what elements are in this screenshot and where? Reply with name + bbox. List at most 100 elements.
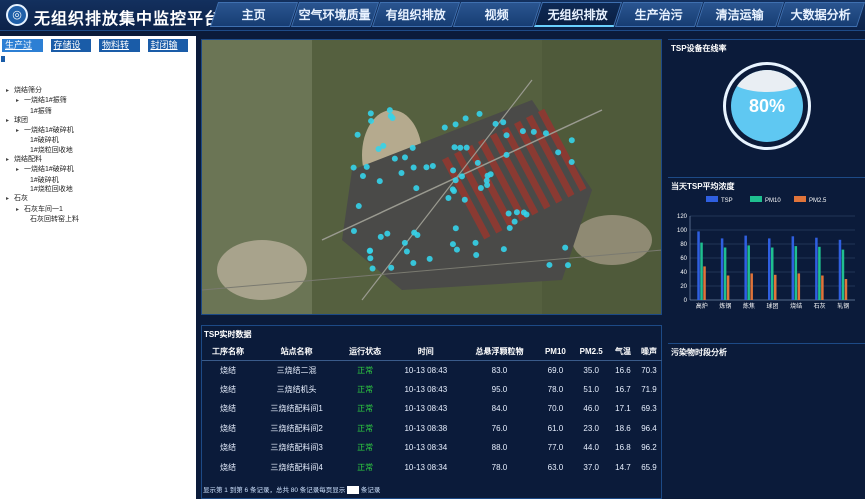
subtab-2[interactable]: 物料转运	[99, 39, 140, 63]
tree-node-label: 一烧结1#振筛	[24, 97, 67, 105]
x-tick-label: 烧结	[790, 302, 802, 310]
table-cell: 16.8	[615, 443, 631, 453]
main-nav: 主页 空气环境质量 有组织排放 视频 无组织排放 生产治污 清洁运输 大数据分析	[209, 2, 865, 29]
table-row[interactable]: 烧结 三烧结配料间1 正常 10-13 08:43 84.0 70.0 46.0 17.1 69…	[202, 399, 662, 419]
tree-node[interactable]: ▸ 烧结配料	[6, 155, 79, 165]
satellite-map[interactable]	[201, 39, 662, 315]
table-cell: 三烧结配料间2	[270, 423, 323, 433]
tree-node[interactable]: 1#破碎机	[6, 176, 79, 185]
tsp-realtime-panel: TSP实时数据 工序名称 站点名称 运行状态 时间 总悬浮颗粒物 PM10 PM2.5 气温噪…	[201, 325, 662, 499]
tree-node-label: 1#烧粒回收地	[30, 185, 73, 193]
tree-node[interactable]: ▸ 石灰	[6, 194, 79, 204]
column-header[interactable]: 工序名称	[202, 343, 254, 361]
monitor-marker	[530, 128, 537, 135]
table-cell: 46.0	[583, 404, 599, 414]
column-header[interactable]: 噪声	[635, 343, 662, 361]
table-cell: 76.0	[491, 423, 508, 433]
column-header[interactable]: PM10	[538, 343, 573, 361]
column-header[interactable]: 气温	[609, 343, 636, 361]
bar-pm25	[750, 273, 753, 300]
expand-caret-icon[interactable]: ▸	[6, 195, 14, 204]
bar-pm10	[700, 242, 703, 300]
bar-tsp	[697, 231, 700, 300]
monitor-marker	[388, 264, 395, 271]
map-canvas[interactable]	[202, 40, 662, 315]
nav-tab-5[interactable]: 生产治污	[614, 2, 704, 27]
expand-caret-icon[interactable]: ▸	[16, 206, 24, 215]
monitor-marker	[384, 230, 391, 237]
nav-tab-0[interactable]: 主页	[209, 2, 299, 27]
expand-caret-icon[interactable]: ▸	[16, 127, 24, 136]
table-row[interactable]: 烧结 三烧结配料间4 正常 10-13 08:34 78.0 63.0 37.0 14.7 65…	[202, 458, 662, 478]
tree-node[interactable]: 1#烧粒回收地	[6, 185, 79, 194]
tree-node[interactable]: ▸ 一烧结1#振筛	[6, 96, 79, 106]
tree-node[interactable]: ▸ 一烧结1#破碎机	[6, 126, 79, 136]
gauge-liquid: 80%	[731, 70, 803, 142]
expand-caret-icon[interactable]: ▸	[16, 166, 24, 175]
table-row[interactable]: 烧结 三烧结配料间2 正常 10-13 08:38 76.0 61.0 23.0 18.6 96…	[202, 419, 662, 439]
y-tick-label: 120	[677, 214, 688, 220]
table-cell: 三烧结配料间3	[270, 443, 323, 453]
expand-caret-icon[interactable]: ▸	[6, 87, 14, 96]
monitor-marker	[377, 233, 384, 240]
y-tick-label: 40	[680, 270, 687, 276]
column-header[interactable]: 时间	[391, 343, 461, 361]
table-row[interactable]: 烧结 三烧结配料间3 正常 10-13 08:34 88.0 77.0 44.0 16.8 96…	[202, 438, 662, 458]
tree-node[interactable]: 1#振筛	[6, 107, 79, 116]
monitor-marker	[473, 251, 480, 258]
subtab-0[interactable]: 生产过程	[2, 39, 43, 63]
nav-tab-label: 有组织排放	[385, 8, 446, 22]
nav-tab-4[interactable]: 无组织排放	[533, 2, 623, 27]
subtab-1[interactable]: 存储设施	[50, 39, 91, 63]
status-cell: 正常	[357, 423, 374, 433]
expand-caret-icon[interactable]: ▸	[16, 97, 24, 106]
monitor-marker	[484, 182, 491, 189]
nav-tab-7[interactable]: 大数据分析	[776, 2, 865, 27]
nav-tab-label: 生产治污	[634, 8, 683, 22]
page-size-select[interactable]	[347, 486, 360, 494]
monitor-marker	[568, 137, 575, 144]
table-row[interactable]: 烧结 三烧结机头 正常 10-13 08:43 95.0 78.0 51.0 16.7 71.9	[202, 380, 662, 400]
table-cell: 37.0	[583, 462, 599, 472]
expand-caret-icon[interactable]: ▸	[6, 117, 14, 126]
monitor-marker	[453, 246, 460, 253]
monitor-marker	[487, 171, 494, 178]
tree-node-label: 1#破碎机	[30, 176, 59, 184]
tree-node[interactable]: 1#破碎机	[6, 136, 79, 145]
monitor-marker	[387, 112, 394, 119]
tsp-table: 工序名称 站点名称 运行状态 时间 总悬浮颗粒物 PM10 PM2.5 气温 噪声 烧结 三烧结二…	[202, 343, 662, 477]
table-cell: 17.1	[615, 404, 631, 414]
nav-tab-3[interactable]: 视频	[452, 2, 542, 27]
bar-pm25	[844, 279, 848, 300]
column-header[interactable]: 总悬浮颗粒物	[460, 343, 539, 361]
nav-tab-1[interactable]: 空气环境质量	[290, 2, 380, 27]
monitor-marker	[461, 196, 468, 203]
tree-node[interactable]: ▸ 一烧结1#破碎机	[6, 165, 79, 175]
monitor-marker	[363, 163, 370, 170]
column-header[interactable]: 站点名称	[253, 343, 340, 361]
tree-node-label: 石灰车间一1	[24, 205, 63, 213]
tree-node[interactable]: 石灰回转窑上料	[6, 215, 79, 224]
column-header[interactable]: PM2.5	[572, 343, 610, 361]
column-header[interactable]: 运行状态	[339, 343, 392, 361]
table-cell: 三烧结机头	[276, 384, 317, 394]
tree-node[interactable]: ▸ 石灰车间一1	[6, 205, 79, 215]
bar-pm10	[747, 245, 750, 300]
tree-node[interactable]: 1#烧粒回收地	[6, 146, 79, 155]
nav-tab-2[interactable]: 有组织排放	[371, 2, 461, 27]
monitor-marker	[500, 246, 507, 253]
legend-swatch	[750, 196, 762, 202]
tree-node[interactable]: ▸ 烧结筛分	[6, 86, 79, 96]
monitor-marker	[449, 241, 456, 248]
table-row[interactable]: 烧结 三烧结二混 正常 10-13 08:43 83.0 69.0 35.0 16.6 70.3	[202, 360, 662, 380]
top-header: ◎ 无组织排放集中监控平台 主页 空气环境质量 有组织排放 视频 无组织排放 生产治污 清洁…	[0, 0, 865, 31]
nav-tab-6[interactable]: 清洁运输	[695, 2, 785, 27]
tree-node[interactable]: ▸ 球团	[6, 116, 79, 126]
legend-label: PM10	[765, 198, 781, 204]
monitor-marker	[403, 248, 410, 255]
subtab-3[interactable]: 封闭输运	[147, 39, 188, 63]
bar-pm25	[821, 275, 824, 300]
expand-caret-icon[interactable]: ▸	[6, 156, 14, 165]
bar-tsp	[720, 238, 724, 300]
legend-label: PM2.5	[809, 198, 827, 204]
